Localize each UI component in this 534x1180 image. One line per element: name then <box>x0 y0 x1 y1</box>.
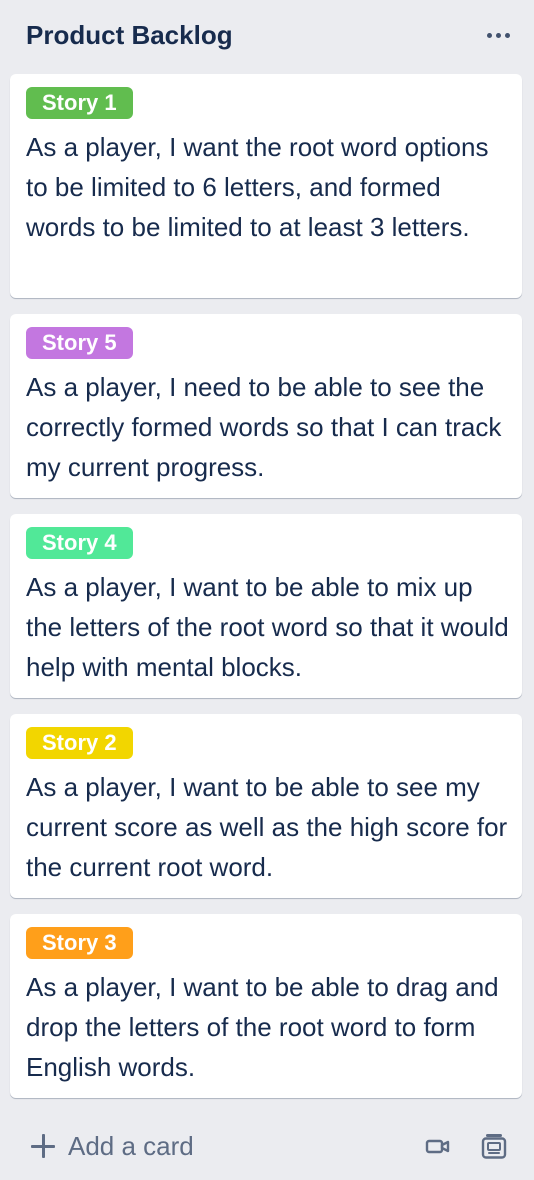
card-title: As a player, I need to be able to see th… <box>26 372 502 482</box>
card-story-5[interactable]: Story 5 As a player, I need to be able t… <box>10 314 522 498</box>
more-horizontal-icon <box>495 32 501 38</box>
more-horizontal-icon <box>486 32 492 38</box>
card-story-4[interactable]: Story 4 As a player, I want to be able t… <box>10 514 522 698</box>
card-story-2[interactable]: Story 2 As a player, I want to be able t… <box>10 714 522 898</box>
card-label[interactable]: Story 4 <box>26 527 133 559</box>
card-label[interactable]: Story 2 <box>26 727 133 759</box>
add-card-button[interactable]: Add a card <box>22 1122 202 1170</box>
list-footer: Add a card <box>0 1112 534 1180</box>
video-camera-icon[interactable] <box>418 1126 458 1166</box>
card-title: As a player, I want to be able to see my… <box>26 772 508 882</box>
card-title: As a player, I want to be able to mix up… <box>26 572 509 682</box>
card-story-1[interactable]: Story 1 As a player, I want the root wor… <box>10 74 522 298</box>
card-label[interactable]: Story 5 <box>26 327 133 359</box>
card-title: As a player, I want to be able to drag a… <box>26 972 499 1082</box>
add-card-label: Add a card <box>68 1130 194 1161</box>
card-label[interactable]: Story 3 <box>26 927 133 959</box>
card-title: As a player, I want the root word option… <box>26 132 489 242</box>
card-template-icon[interactable] <box>474 1126 514 1166</box>
card-label[interactable]: Story 1 <box>26 87 133 119</box>
more-horizontal-icon <box>504 32 510 38</box>
backlog-list: Product Backlog Story 1 As a player, I w… <box>0 0 534 1180</box>
list-menu-button[interactable] <box>476 20 520 50</box>
plus-icon <box>30 1133 56 1159</box>
list-title[interactable]: Product Backlog <box>26 17 233 53</box>
list-header: Product Backlog <box>0 0 534 70</box>
card-story-3[interactable]: Story 3 As a player, I want to be able t… <box>10 914 522 1098</box>
